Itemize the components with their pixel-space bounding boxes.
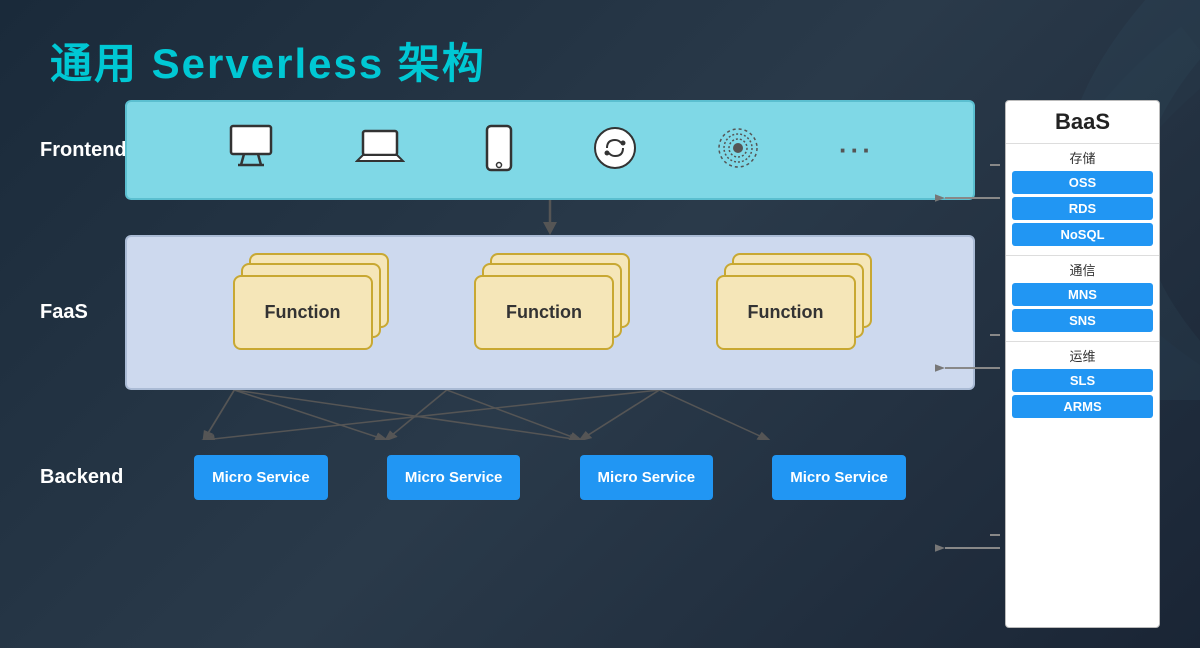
more-icon: ··· bbox=[839, 135, 874, 166]
faas-row-container: FaaS Function Function Fu bbox=[40, 235, 990, 390]
baas-panel: BaaS 存储 OSS RDS NoSQL 通信 MNS SNS 运维 SLS … bbox=[1005, 100, 1160, 628]
function-stack-3: Function bbox=[712, 253, 872, 373]
page-title: 通用 Serverless 架构 bbox=[50, 30, 486, 91]
baas-oss: OSS bbox=[1012, 171, 1153, 194]
baas-ops-group: 运维 SLS ARMS bbox=[1006, 342, 1159, 427]
arrow-down-row bbox=[40, 200, 990, 235]
micro-service-4: Micro Service bbox=[772, 455, 906, 500]
diagram-section: Frontend bbox=[40, 100, 990, 628]
cross-arrows-row bbox=[40, 390, 990, 440]
iot-icon bbox=[716, 126, 760, 175]
function-card-front-3: Function bbox=[716, 275, 856, 350]
faas-label: FaaS bbox=[40, 301, 125, 324]
baas-sls: SLS bbox=[1012, 369, 1153, 392]
micro-service-1: Micro Service bbox=[194, 455, 328, 500]
backend-label: Backend bbox=[40, 466, 125, 489]
cross-arrows-area bbox=[125, 390, 975, 440]
frontend-row-container: Frontend bbox=[40, 100, 990, 200]
laptop-icon bbox=[355, 127, 405, 174]
faas-box: Function Function Function bbox=[125, 235, 975, 390]
mobile-icon bbox=[484, 124, 514, 177]
backend-row-container: Backend Micro Service Micro Service Micr… bbox=[40, 440, 990, 515]
baas-nosql: NoSQL bbox=[1012, 223, 1153, 246]
frontend-label: Frontend bbox=[40, 139, 125, 162]
backend-box: Micro Service Micro Service Micro Servic… bbox=[125, 440, 975, 515]
micro-service-2: Micro Service bbox=[387, 455, 521, 500]
cross-arrows-svg bbox=[125, 390, 975, 440]
baas-rds: RDS bbox=[1012, 197, 1153, 220]
baas-comm-title: 通信 bbox=[1012, 260, 1153, 279]
miniapp-icon bbox=[593, 126, 637, 175]
baas-sns: SNS bbox=[1012, 309, 1153, 332]
baas-arms: ARMS bbox=[1012, 395, 1153, 418]
function-card-front-1: Function bbox=[233, 275, 373, 350]
baas-storage-group: 存储 OSS RDS NoSQL bbox=[1006, 144, 1159, 256]
micro-service-3: Micro Service bbox=[580, 455, 714, 500]
baas-box: BaaS 存储 OSS RDS NoSQL 通信 MNS SNS 运维 SLS … bbox=[1005, 100, 1160, 628]
down-arrow-icon bbox=[538, 200, 562, 235]
function-card-front-2: Function bbox=[474, 275, 614, 350]
baas-title: BaaS bbox=[1006, 101, 1159, 144]
baas-ops-title: 运维 bbox=[1012, 346, 1153, 365]
main-layout: Frontend bbox=[40, 100, 1160, 628]
function-stack-2: Function bbox=[470, 253, 630, 373]
baas-storage-title: 存储 bbox=[1012, 148, 1153, 167]
down-arrow-container bbox=[125, 200, 975, 235]
baas-comm-group: 通信 MNS SNS bbox=[1006, 256, 1159, 342]
desktop-icon bbox=[226, 123, 276, 178]
baas-mns: MNS bbox=[1012, 283, 1153, 306]
frontend-box: ··· bbox=[125, 100, 975, 200]
function-stack-1: Function bbox=[229, 253, 389, 373]
